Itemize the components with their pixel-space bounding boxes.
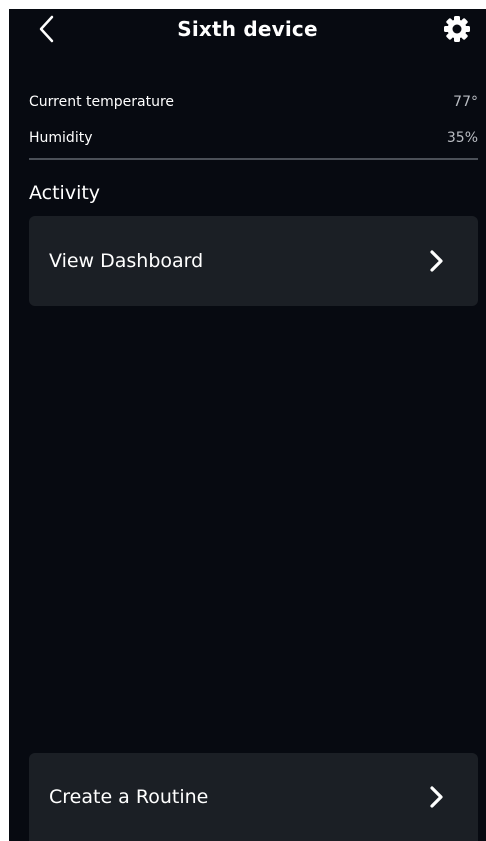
humidity-value: 35% <box>446 130 478 146</box>
page-title: Sixth device <box>177 17 318 41</box>
gear-icon <box>444 16 470 42</box>
chevron-right-icon <box>430 250 443 272</box>
humidity-label: Humidity <box>29 130 93 146</box>
settings-button[interactable] <box>442 14 472 44</box>
header: Sixth device <box>9 9 486 53</box>
create-routine-button[interactable]: Create a Routine <box>29 753 478 841</box>
temperature-row: Current temperature 77° <box>29 94 478 110</box>
humidity-row: Humidity 35% <box>29 130 478 146</box>
divider <box>29 158 478 160</box>
view-dashboard-button[interactable]: View Dashboard <box>29 216 478 306</box>
view-dashboard-label: View Dashboard <box>49 250 204 272</box>
chevron-right-icon <box>430 786 443 808</box>
device-screen: Sixth device Current temperature 77° Hum… <box>9 9 486 841</box>
create-routine-label: Create a Routine <box>49 786 209 808</box>
temperature-value: 77° <box>453 94 478 110</box>
activity-heading: Activity <box>29 182 101 204</box>
temperature-label: Current temperature <box>29 94 175 110</box>
